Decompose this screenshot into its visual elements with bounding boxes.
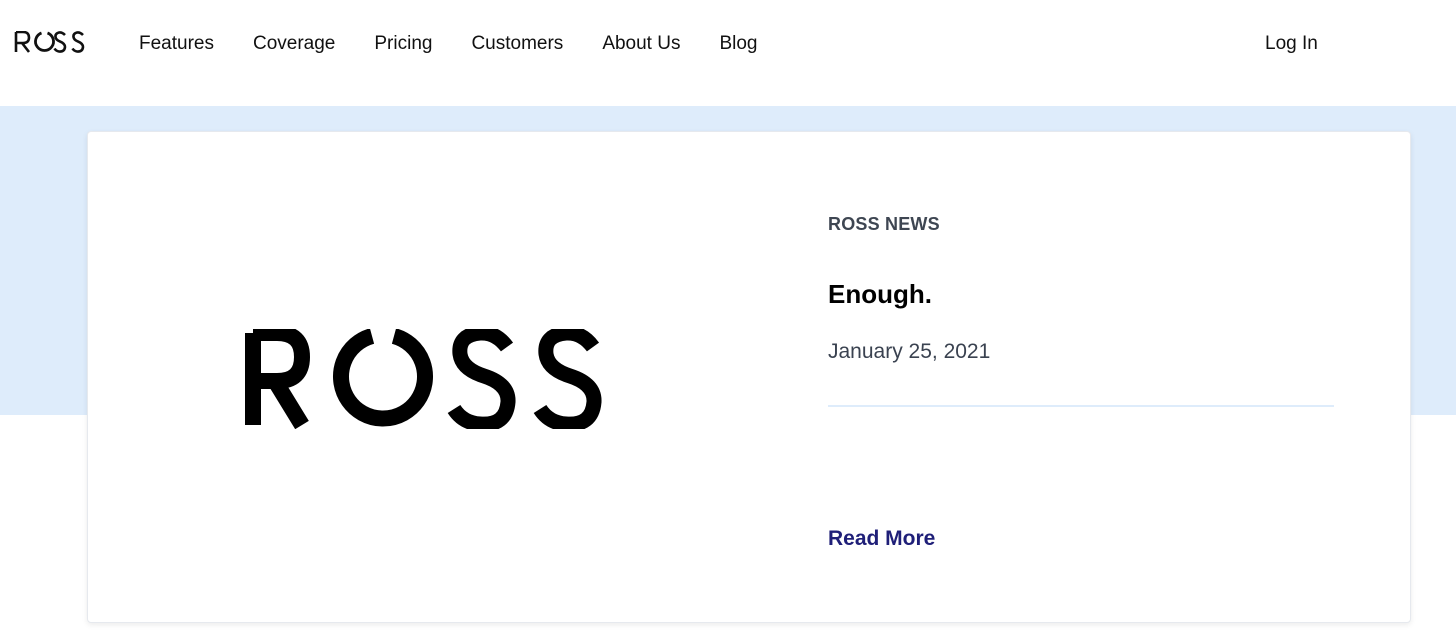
ross-logo-image — [245, 325, 602, 432]
nav-about-us[interactable]: About Us — [602, 32, 680, 56]
nav-features[interactable]: Features — [139, 32, 214, 56]
page: Features Coverage Pricing Customers Abou… — [0, 0, 1456, 634]
read-more-link[interactable]: Read More — [828, 527, 935, 551]
ross-logo-icon — [14, 31, 85, 53]
featured-post-card: ROSS NEWS Enough. January 25, 2021 Read … — [87, 131, 1411, 623]
post-date: January 25, 2021 — [828, 340, 991, 363]
login-link[interactable]: Log In — [1265, 32, 1318, 56]
nav-customers[interactable]: Customers — [471, 32, 563, 56]
nav-coverage[interactable]: Coverage — [253, 32, 335, 56]
divider — [828, 405, 1334, 407]
post-image[interactable] — [244, 325, 604, 434]
site-header: Features Coverage Pricing Customers Abou… — [0, 0, 1456, 106]
main-nav: Features Coverage Pricing Customers Abou… — [139, 32, 797, 56]
post-category[interactable]: ROSS NEWS — [828, 214, 940, 235]
ross-logo-link[interactable] — [14, 31, 86, 53]
post-title[interactable]: Enough. — [828, 279, 932, 310]
nav-pricing[interactable]: Pricing — [374, 32, 432, 56]
nav-blog[interactable]: Blog — [719, 32, 757, 56]
